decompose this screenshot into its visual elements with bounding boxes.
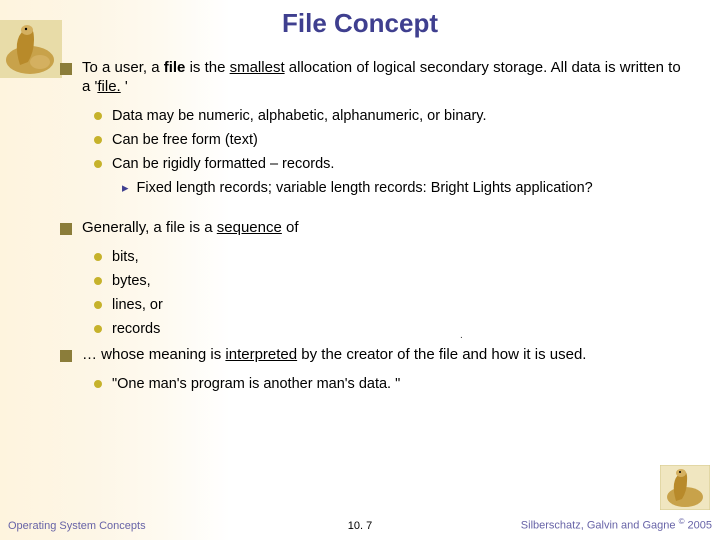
bullet-1-sub-3-a: ▸ Fixed length records; variable length … bbox=[122, 179, 690, 197]
bullet-2: Generally, a file is a sequence of bbox=[60, 219, 690, 238]
square-bullet-icon bbox=[60, 223, 72, 235]
stray-mark: . bbox=[460, 330, 463, 341]
bullet-2-text: Generally, a file is a sequence of bbox=[82, 219, 690, 238]
dot-bullet-icon bbox=[94, 380, 102, 388]
bullet-2-sub-2: bytes, bbox=[94, 272, 690, 290]
bullet-2-sub-1: bits, bbox=[94, 248, 690, 266]
bullet-1-sub-2: Can be free form (text) bbox=[94, 131, 690, 149]
square-bullet-icon bbox=[60, 350, 72, 362]
dot-bullet-icon bbox=[94, 160, 102, 168]
bullet-3-sub-1: "One man's program is another man's data… bbox=[94, 375, 690, 393]
dot-bullet-icon bbox=[94, 112, 102, 120]
dot-bullet-icon bbox=[94, 301, 102, 309]
bullet-1-sub-3: Can be rigidly formatted – records. bbox=[94, 155, 690, 173]
bullet-2-sub-3: lines, or bbox=[94, 296, 690, 314]
dot-bullet-icon bbox=[94, 136, 102, 144]
mascot-logo-bottom bbox=[660, 465, 710, 510]
bullet-1-text: To a user, a file is the smallest alloca… bbox=[82, 59, 690, 97]
bullet-3-text: … whose meaning is interpreted by the cr… bbox=[82, 346, 690, 365]
slide-title: File Concept bbox=[0, 0, 720, 39]
bullet-2-sub-4: records bbox=[94, 320, 690, 338]
slide-content: To a user, a file is the smallest alloca… bbox=[0, 39, 720, 393]
bullet-1-sub-1: Data may be numeric, alphabetic, alphanu… bbox=[94, 107, 690, 125]
dot-bullet-icon bbox=[94, 277, 102, 285]
footer-right: Silberschatz, Galvin and Gagne © 2005 bbox=[521, 517, 712, 532]
bullet-3: … whose meaning is interpreted by the cr… bbox=[60, 346, 690, 365]
dot-bullet-icon bbox=[94, 325, 102, 333]
bullet-1: To a user, a file is the smallest alloca… bbox=[60, 59, 690, 97]
arrow-bullet-icon: ▸ bbox=[122, 180, 129, 197]
dot-bullet-icon bbox=[94, 253, 102, 261]
square-bullet-icon bbox=[60, 63, 72, 75]
